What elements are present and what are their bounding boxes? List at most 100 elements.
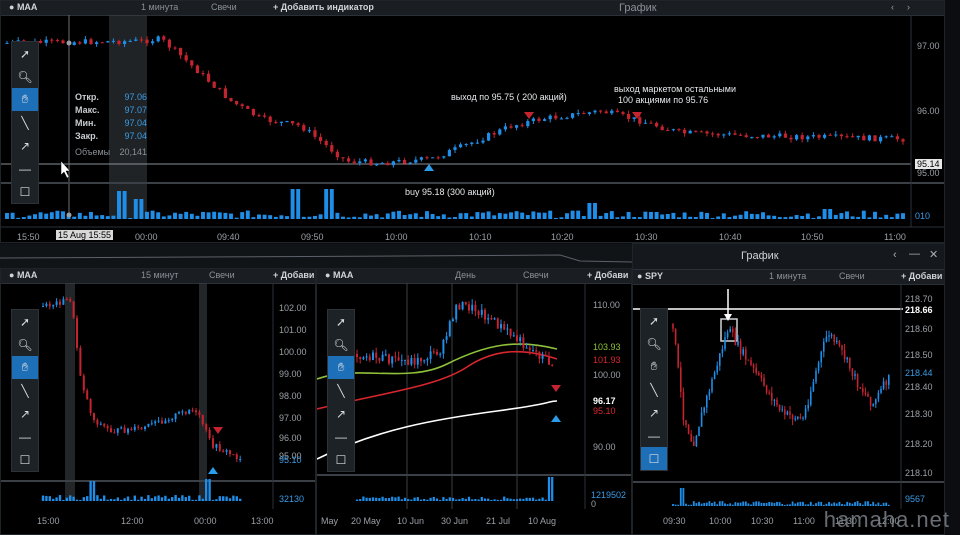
hline-icon[interactable]: — (641, 424, 667, 447)
volume-bar (375, 497, 378, 501)
candle-body (144, 426, 146, 430)
ohlc-info-box: Откр. 97.06 Макс. 97.07 Мин. 97.04 Закр. 97.… (75, 92, 147, 157)
arrow-icon[interactable]: ↗ (12, 134, 38, 157)
volume-bar (850, 216, 855, 219)
candle-body (716, 133, 720, 136)
volume-bar (380, 217, 385, 219)
time-label: 10 Jun (397, 516, 425, 526)
line-icon[interactable]: ╲ (328, 379, 354, 402)
sell-marker (551, 385, 561, 392)
hand-icon[interactable]: ✋︎ (12, 88, 38, 111)
volume-bar (262, 214, 267, 219)
zoom-icon[interactable]: 🔍︎ (12, 333, 38, 356)
line-icon[interactable]: ╲ (641, 378, 667, 401)
navigator-strip[interactable] (0, 244, 632, 268)
cursor-icon[interactable]: ➚ (328, 310, 354, 333)
volume-bar (789, 504, 791, 506)
volume-bar (553, 217, 558, 219)
candle-body (747, 359, 750, 361)
line-icon[interactable]: ╲ (12, 111, 38, 134)
volume-bar (195, 215, 200, 219)
volume-bar (535, 499, 538, 501)
cursor-icon[interactable]: ➚ (12, 42, 38, 65)
volume-bar (483, 498, 487, 501)
volume-bar (206, 212, 211, 219)
candle-body (512, 335, 515, 337)
volume-bar (820, 501, 823, 506)
volume-bar (845, 211, 849, 219)
rect-icon[interactable]: ☐ (328, 448, 354, 471)
rect-icon[interactable]: ☐ (641, 447, 667, 470)
volume-bar (208, 479, 211, 501)
candle-body (394, 356, 397, 358)
volume-bar (776, 501, 778, 506)
hand-icon[interactable]: ✋︎ (12, 356, 38, 379)
candle-body (535, 350, 538, 352)
candle-body (544, 355, 547, 357)
volume-bar (77, 212, 82, 219)
volume-bar (48, 496, 51, 501)
annotation-arrow-head (724, 314, 732, 321)
volume-bar (174, 495, 177, 501)
candle-body (794, 418, 796, 420)
candle-body (391, 356, 394, 364)
candle-body (884, 136, 888, 138)
zoom-icon[interactable]: 🔍︎ (641, 332, 667, 355)
volume-bar (426, 499, 429, 501)
candle-body (789, 411, 791, 415)
chart-15min-candles[interactable] (1, 269, 316, 535)
volume-bar (665, 213, 670, 219)
candle-body (559, 118, 563, 120)
candle-body (147, 423, 150, 427)
volume-bar (703, 503, 706, 506)
hline-icon[interactable]: — (328, 425, 354, 448)
hand-icon[interactable]: ✋︎ (641, 355, 667, 378)
arrow-icon[interactable]: ↗ (12, 402, 38, 425)
cursor-icon[interactable]: ➚ (641, 309, 667, 332)
volume-bar (279, 215, 284, 219)
volume-bar (464, 498, 467, 501)
volume-bar (164, 495, 167, 501)
time-label: 10 Aug (528, 516, 557, 526)
volume-bar (365, 497, 368, 501)
volume-bar (167, 215, 172, 219)
hand-icon[interactable]: ✋︎ (328, 356, 354, 379)
zoom-icon[interactable]: 🔍︎ (12, 65, 38, 88)
volume-bar (177, 497, 181, 501)
time-label: 00:00 (135, 232, 158, 242)
volume-bar (471, 499, 474, 501)
zoom-icon[interactable]: 🔍︎ (328, 333, 354, 356)
volume-bar (872, 501, 875, 506)
volume-bar (474, 499, 477, 501)
volume-bar (447, 217, 452, 219)
candle-body (817, 362, 820, 371)
arrow-icon[interactable]: ↗ (328, 402, 354, 425)
volume-bar (799, 501, 802, 506)
candle-body (526, 121, 530, 127)
volume-bar (413, 213, 418, 219)
exit2-annotation-line2: 100 акциями по 95.76 (618, 95, 709, 105)
hline-icon[interactable]: — (12, 425, 38, 448)
volume-bar (626, 212, 631, 219)
volume-bar (716, 216, 721, 219)
candle-body (431, 157, 435, 159)
volume-bar (52, 498, 55, 501)
rect-icon[interactable]: ☐ (12, 448, 38, 471)
candle-body (890, 136, 894, 138)
volume-bar (487, 498, 490, 501)
chart-spy-candles[interactable] (633, 244, 945, 535)
drawing-toolbox: ➚ 🔍︎ ✋︎ ╲ ↗ — ☐ (640, 308, 668, 471)
candle-body (820, 351, 822, 363)
price-label: 95.00 (917, 168, 940, 178)
volume-bar (105, 216, 110, 219)
cursor-icon[interactable]: ➚ (12, 310, 38, 333)
hline-icon[interactable]: — (12, 157, 38, 180)
arrow-icon[interactable]: ↗ (641, 401, 667, 424)
line-icon[interactable]: ╲ (12, 379, 38, 402)
volume-bar (442, 497, 445, 501)
candle-body (459, 144, 463, 148)
candle-body (528, 347, 531, 351)
volume-bar (848, 502, 851, 506)
chart-day-candles[interactable] (317, 269, 632, 535)
rect-icon[interactable]: ☐ (12, 180, 38, 203)
